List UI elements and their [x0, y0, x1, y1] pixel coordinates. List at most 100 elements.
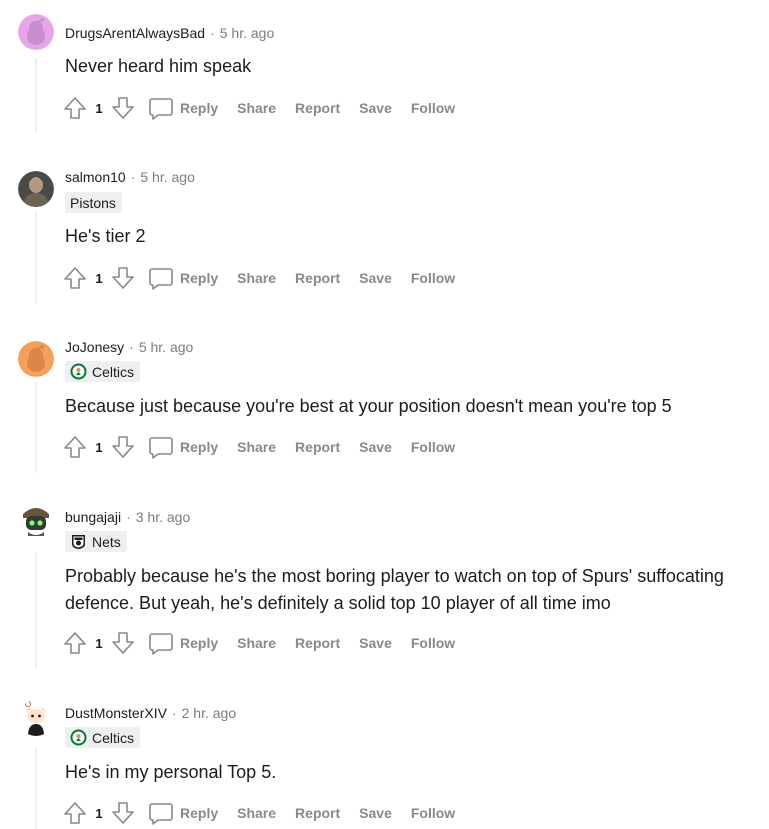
user-flair: Celtics	[65, 727, 141, 748]
share-button[interactable]: Share	[237, 805, 276, 821]
upvote-arrow-icon[interactable]	[62, 265, 88, 291]
avatar[interactable]	[18, 171, 54, 207]
reply-label[interactable]: Reply	[180, 805, 218, 821]
robot-avatar-icon	[18, 502, 54, 538]
thread-line[interactable]	[35, 58, 37, 133]
upvote-arrow-icon[interactable]	[62, 95, 88, 121]
thread-line[interactable]	[35, 382, 37, 473]
flair-label: Celtics	[92, 363, 135, 380]
upvote-arrow-icon[interactable]	[62, 434, 88, 460]
report-button[interactable]: Report	[295, 805, 340, 821]
vote-score: 1	[95, 805, 103, 821]
chat-bubble-icon	[149, 633, 173, 655]
reply-button[interactable]: Reply	[148, 265, 237, 291]
avatar[interactable]	[18, 700, 54, 736]
reply-button[interactable]: Reply	[148, 630, 237, 656]
comment-meta: DustMonsterXIV · 2 hr. ago	[65, 703, 236, 723]
reply-label[interactable]: Reply	[180, 100, 218, 116]
separator: ·	[130, 169, 136, 185]
follow-button[interactable]: Follow	[411, 635, 455, 651]
snoo-avatar-icon	[18, 700, 54, 736]
reply-button[interactable]: Reply	[148, 800, 237, 826]
snoo-avatar-icon	[18, 341, 54, 377]
action-bar: 1 Reply Share Report Save Follow	[62, 94, 474, 122]
chat-bubble-icon	[149, 437, 173, 459]
timestamp[interactable]: 5 hr. ago	[140, 169, 195, 185]
author-name[interactable]: bungajaji	[65, 509, 121, 525]
vote-score: 1	[95, 100, 103, 116]
report-button[interactable]: Report	[295, 100, 340, 116]
share-button[interactable]: Share	[237, 635, 276, 651]
downvote-arrow-icon[interactable]	[110, 434, 136, 460]
author-name[interactable]: DrugsArentAlwaysBad	[65, 25, 205, 41]
thread-line[interactable]	[35, 212, 37, 303]
user-photo-avatar-icon	[18, 171, 54, 207]
save-button[interactable]: Save	[359, 439, 392, 455]
flair-label: Nets	[92, 533, 121, 550]
downvote-arrow-icon[interactable]	[110, 630, 136, 656]
report-button[interactable]: Report	[295, 439, 340, 455]
celtics-logo-icon	[70, 363, 87, 380]
timestamp[interactable]: 5 hr. ago	[139, 339, 194, 355]
author-name[interactable]: salmon10	[65, 169, 126, 185]
follow-button[interactable]: Follow	[411, 100, 455, 116]
downvote-arrow-icon[interactable]	[110, 95, 136, 121]
chat-bubble-icon	[149, 98, 173, 120]
user-flair: Pistons	[65, 192, 122, 213]
author-name[interactable]: DustMonsterXIV	[65, 705, 167, 721]
downvote-arrow-icon[interactable]	[110, 265, 136, 291]
flair-label: Celtics	[92, 729, 135, 746]
comment-body: He's tier 2	[65, 226, 146, 246]
timestamp[interactable]: 3 hr. ago	[136, 509, 191, 525]
avatar[interactable]	[18, 341, 54, 377]
report-button[interactable]: Report	[295, 270, 340, 286]
snoo-avatar-icon	[18, 14, 54, 50]
comment-body: Probably because he's the most boring pl…	[65, 566, 724, 613]
upvote-arrow-icon[interactable]	[62, 630, 88, 656]
reply-label[interactable]: Reply	[180, 270, 218, 286]
reply-label[interactable]: Reply	[180, 635, 218, 651]
follow-button[interactable]: Follow	[411, 439, 455, 455]
avatar[interactable]	[18, 502, 54, 538]
flair-label: Pistons	[70, 194, 116, 211]
separator: ·	[126, 509, 131, 525]
avatar[interactable]	[18, 14, 54, 50]
separator: ·	[129, 339, 134, 355]
comment-body: Never heard him speak	[65, 56, 252, 76]
comment-meta: salmon10 · 5 hr. ago	[65, 167, 195, 187]
share-button[interactable]: Share	[237, 100, 276, 116]
action-bar: 1 Reply Share Report Save Follow	[62, 799, 474, 827]
share-button[interactable]: Share	[237, 270, 276, 286]
follow-button[interactable]: Follow	[411, 270, 455, 286]
user-flair: Celtics	[65, 361, 141, 382]
thread-line[interactable]	[35, 552, 37, 669]
vote-score: 1	[95, 270, 103, 286]
reply-button[interactable]: Reply	[148, 95, 237, 121]
action-bar: 1 Reply Share Report Save Follow	[62, 264, 474, 292]
thread-line[interactable]	[35, 748, 37, 829]
author-name[interactable]: JoJonesy	[65, 339, 124, 355]
user-flair: Nets	[65, 531, 127, 552]
reply-button[interactable]: Reply	[148, 434, 237, 460]
save-button[interactable]: Save	[359, 270, 392, 286]
follow-button[interactable]: Follow	[411, 805, 455, 821]
chat-bubble-icon	[149, 268, 173, 290]
save-button[interactable]: Save	[359, 635, 392, 651]
comment-body: He's in my personal Top 5.	[65, 762, 277, 782]
action-bar: 1 Reply Share Report Save Follow	[62, 433, 474, 461]
downvote-arrow-icon[interactable]	[110, 800, 136, 826]
timestamp[interactable]: 5 hr. ago	[220, 25, 275, 41]
chat-bubble-icon	[149, 803, 173, 825]
save-button[interactable]: Save	[359, 805, 392, 821]
timestamp[interactable]: 2 hr. ago	[182, 705, 237, 721]
save-button[interactable]: Save	[359, 100, 392, 116]
share-button[interactable]: Share	[237, 439, 276, 455]
action-bar: 1 Reply Share Report Save Follow	[62, 629, 474, 657]
comment-body: Because just because you're best at your…	[65, 396, 672, 416]
upvote-arrow-icon[interactable]	[62, 800, 88, 826]
comment-meta: bungajaji · 3 hr. ago	[65, 507, 190, 527]
nets-logo-icon	[72, 535, 85, 549]
reply-label[interactable]: Reply	[180, 439, 218, 455]
report-button[interactable]: Report	[295, 635, 340, 651]
comment-meta: JoJonesy · 5 hr. ago	[65, 337, 193, 357]
